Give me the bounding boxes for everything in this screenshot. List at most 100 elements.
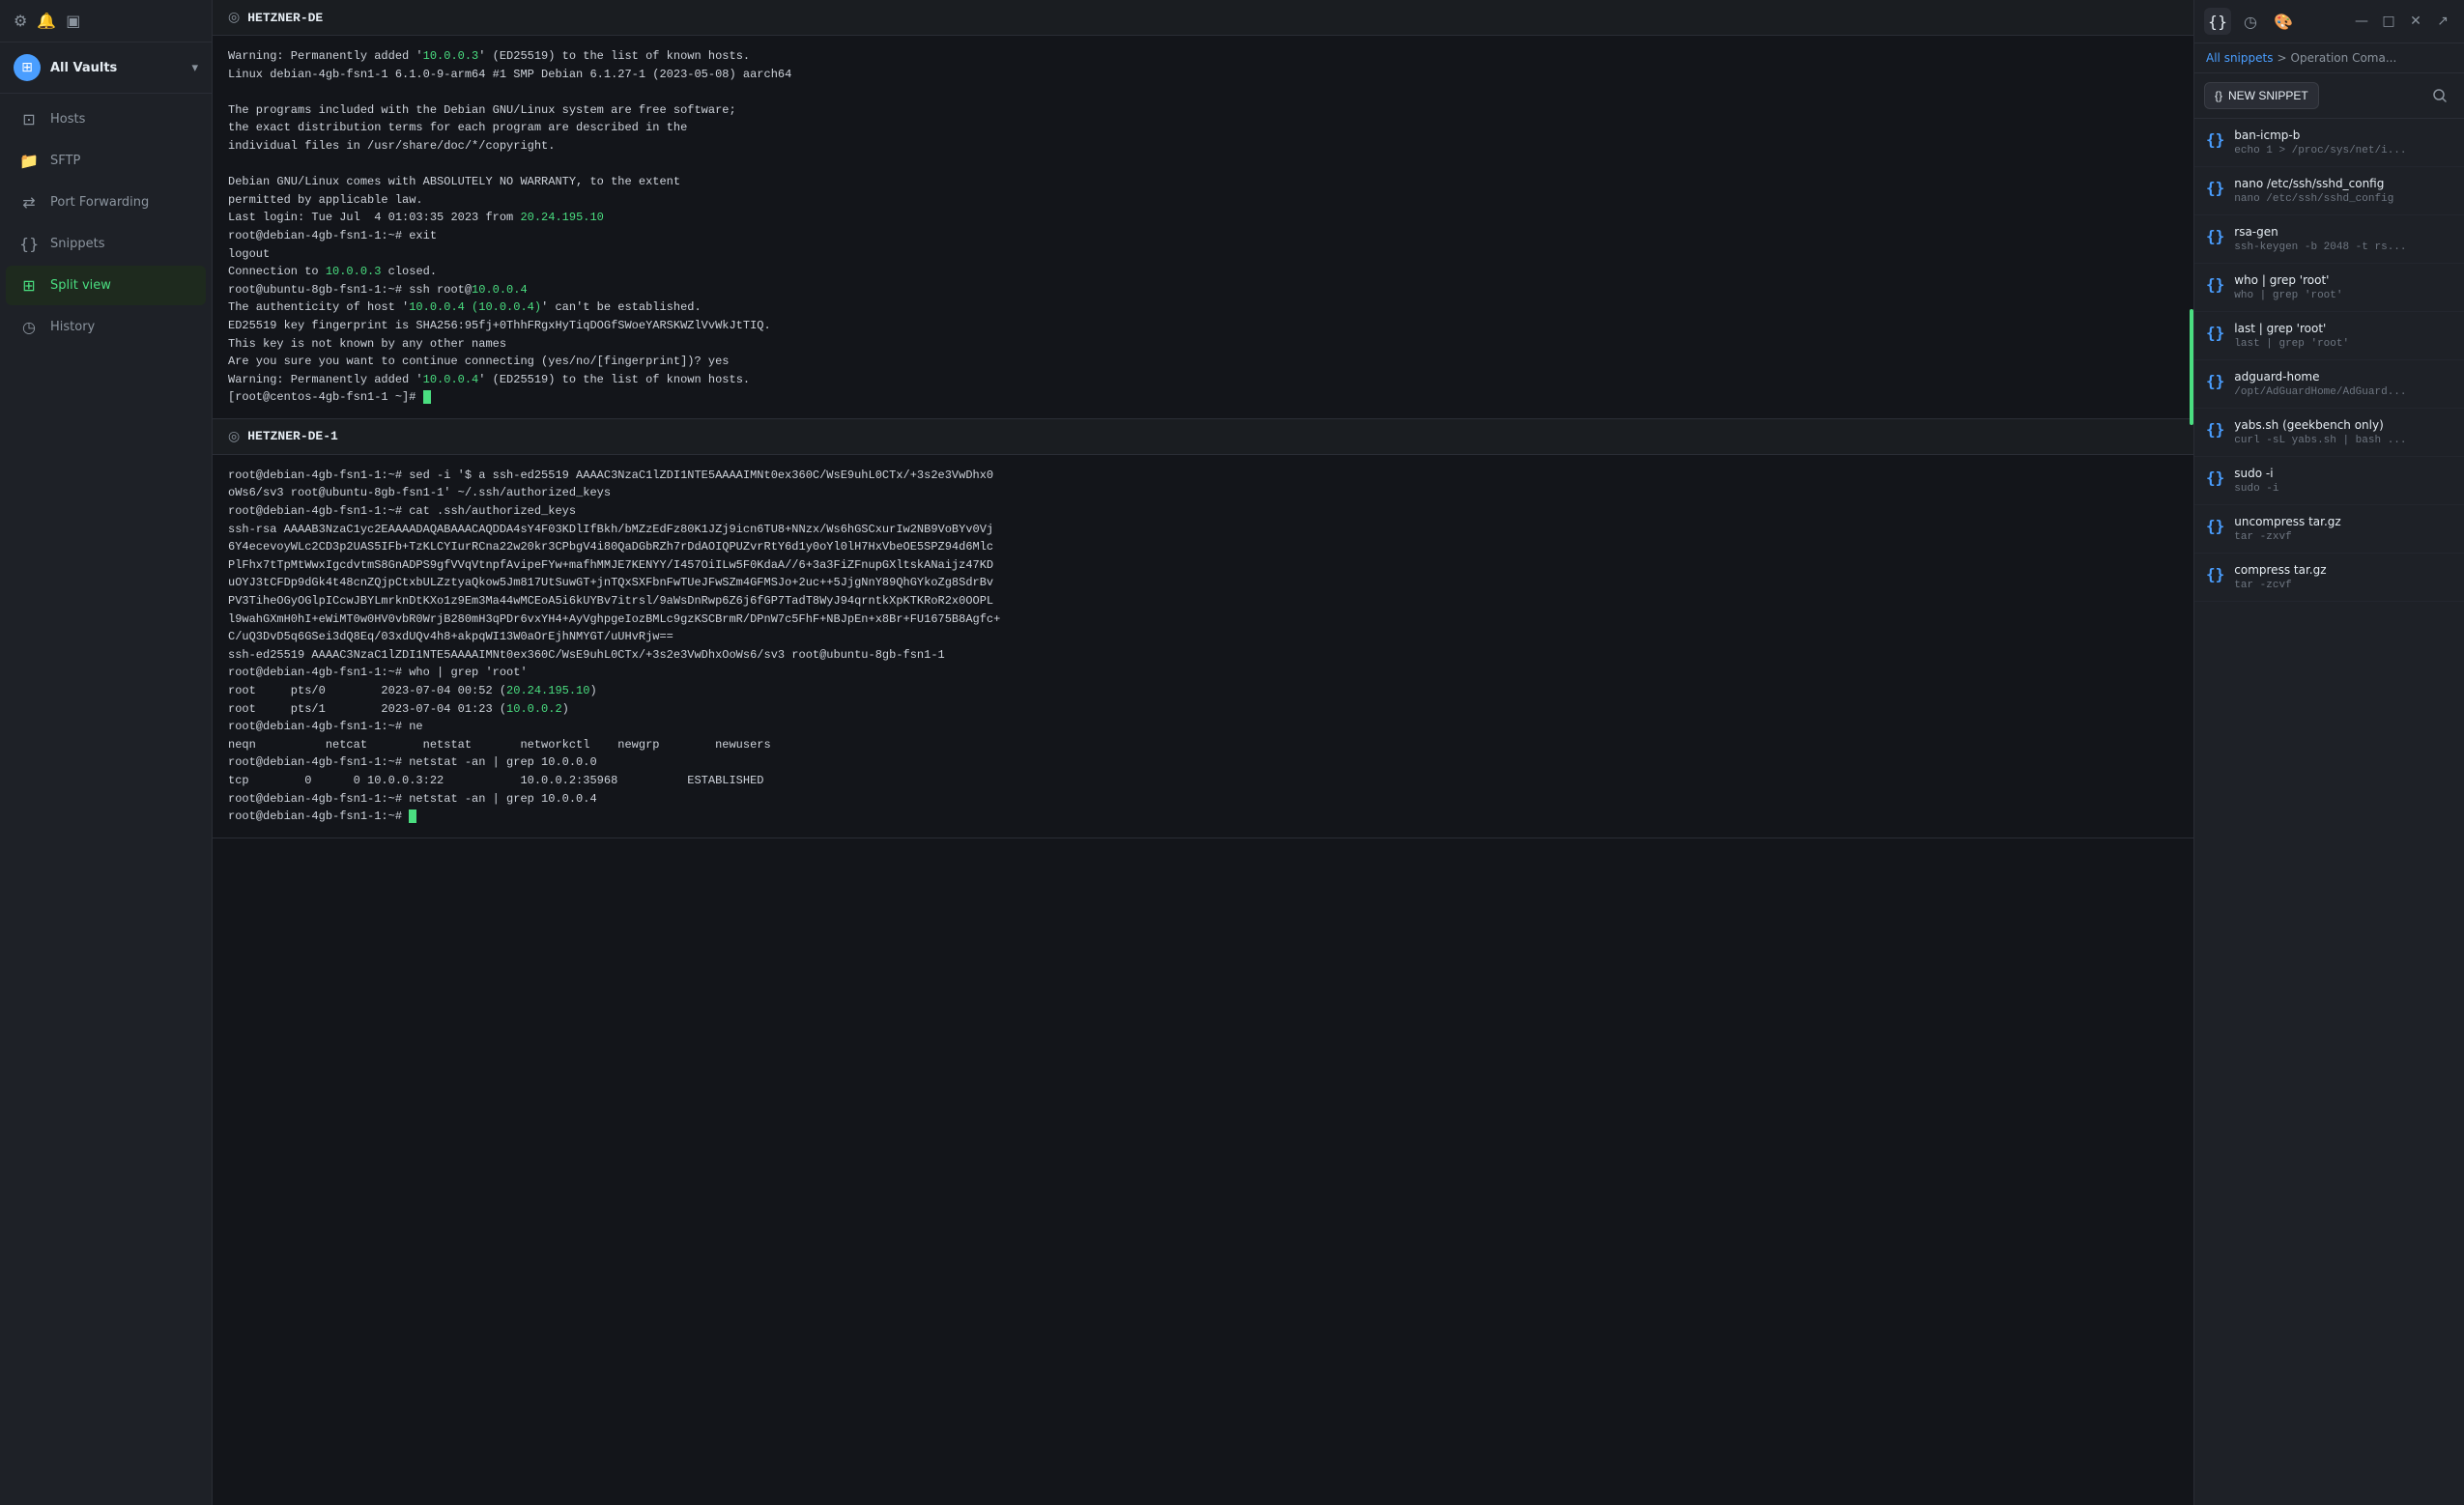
snippet-preview: curl -sL yabs.sh | bash ... [2234, 435, 2452, 446]
snippet-info: rsa-gen ssh-keygen -b 2048 -t rs... [2234, 225, 2452, 253]
snippet-item-compress-tar[interactable]: {} compress tar.gz tar -zcvf [2194, 554, 2464, 602]
snippet-name: rsa-gen [2234, 225, 2452, 239]
maximize-button[interactable]: □ [2377, 10, 2400, 33]
snippet-braces-icon: {} [2206, 275, 2224, 294]
snippet-preview: last | grep 'root' [2234, 338, 2452, 350]
snippet-name: sudo -i [2234, 467, 2452, 480]
snippets-top-bar: {} ◷ 🎨 — □ ✕ ↗ [2194, 0, 2464, 43]
sidebar-item-history[interactable]: ◷ History [6, 307, 206, 347]
sidebar-item-snippets-label: Snippets [50, 237, 104, 251]
snippet-preview: ssh-keygen -b 2048 -t rs... [2234, 241, 2452, 253]
code-icon[interactable]: {} [2204, 8, 2231, 35]
snippet-info: who | grep 'root' who | grep 'root' [2234, 273, 2452, 301]
snippet-info: ban-icmp-b echo 1 > /proc/sys/net/i... [2234, 128, 2452, 156]
snippet-search-button[interactable] [2425, 81, 2454, 110]
snippet-name: uncompress tar.gz [2234, 515, 2452, 528]
snippet-info: compress tar.gz tar -zcvf [2234, 563, 2452, 591]
snippet-info: last | grep 'root' last | grep 'root' [2234, 322, 2452, 350]
gear-icon[interactable]: ⚙ [14, 12, 27, 30]
snippets-icon: {} [19, 235, 39, 253]
snippet-item-sudo-i[interactable]: {} sudo -i sudo -i [2194, 457, 2464, 505]
breadcrumb: All snippets > Operation Coma... [2194, 43, 2464, 73]
sidebar-item-sftp-label: SFTP [50, 154, 80, 168]
sidebar-item-port-forwarding-label: Port Forwarding [50, 195, 149, 210]
sidebar-header: ⚙ 🔔 ▣ [0, 0, 212, 43]
snippet-info: yabs.sh (geekbench only) curl -sL yabs.s… [2234, 418, 2452, 446]
terminal-output-hetzner-de-1[interactable]: root@debian-4gb-fsn1-1:~# sed -i '$ a ss… [213, 455, 2193, 838]
snippet-braces-icon: {} [2206, 420, 2224, 439]
snippet-name: nano /etc/ssh/sshd_config [2234, 177, 2452, 190]
vault-name: All Vaults [50, 61, 182, 75]
snippet-info: nano /etc/ssh/sshd_config nano /etc/ssh/… [2234, 177, 2452, 205]
minimize-button[interactable]: — [2350, 10, 2373, 33]
snippet-item-nano-sshd[interactable]: {} nano /etc/ssh/sshd_config nano /etc/s… [2194, 167, 2464, 215]
snippet-braces-icon: {} [2206, 469, 2224, 487]
snippet-info: sudo -i sudo -i [2234, 467, 2452, 495]
snippet-item-rsa-gen[interactable]: {} rsa-gen ssh-keygen -b 2048 -t rs... [2194, 215, 2464, 264]
terminal-section-hetzner-de: ◎ HETZNER-DE Warning: Permanently added … [213, 0, 2193, 419]
terminal-section-hetzner-de-1: ◎ HETZNER-DE-1 root@debian-4gb-fsn1-1:~#… [213, 419, 2193, 838]
palette-icon[interactable]: 🎨 [2270, 8, 2297, 35]
terminal-output-hetzner-de[interactable]: Warning: Permanently added '10.0.0.3' (E… [213, 36, 2193, 418]
snippet-item-ban-icmp-b[interactable]: {} ban-icmp-b echo 1 > /proc/sys/net/i..… [2194, 119, 2464, 167]
snippet-name: yabs.sh (geekbench only) [2234, 418, 2452, 432]
snippet-preview: nano /etc/ssh/sshd_config [2234, 193, 2452, 205]
snippet-name: compress tar.gz [2234, 563, 2452, 577]
snippet-item-who-grep-root[interactable]: {} who | grep 'root' who | grep 'root' [2194, 264, 2464, 312]
sidebar-item-port-forwarding[interactable]: ⇄ Port Forwarding [6, 183, 206, 222]
snippet-braces-icon: {} [2206, 227, 2224, 245]
close-button[interactable]: ✕ [2404, 10, 2427, 33]
chevron-down-icon: ▾ [191, 61, 198, 75]
vault-selector[interactable]: ⊞ All Vaults ▾ [0, 43, 212, 94]
sidebar-header-icons: ⚙ 🔔 ▣ [14, 12, 80, 30]
sidebar-item-snippets[interactable]: {} Snippets [6, 224, 206, 264]
snippet-item-last-grep-root[interactable]: {} last | grep 'root' last | grep 'root' [2194, 312, 2464, 360]
sidebar-item-split-view[interactable]: ⊞ Split view [6, 266, 206, 305]
snippet-braces-icon: {} [2206, 517, 2224, 535]
snippet-braces-icon: {} [2206, 130, 2224, 149]
snippet-preview: sudo -i [2234, 483, 2452, 495]
snippet-info: adguard-home /opt/AdGuardHome/AdGuard... [2234, 370, 2452, 398]
snippet-braces-icon: {} [2206, 179, 2224, 197]
terminal-area[interactable]: ◎ HETZNER-DE Warning: Permanently added … [213, 0, 2193, 1505]
new-snippet-button[interactable]: {} NEW SNIPPET [2204, 82, 2319, 109]
sftp-icon: 📁 [19, 152, 39, 170]
sidebar: ⚙ 🔔 ▣ ⊞ All Vaults ▾ ⊡ Hosts 📁 SFTP ⇄ Po… [0, 0, 213, 1505]
breadcrumb-current: Operation Coma... [2291, 51, 2397, 65]
external-link-icon[interactable]: ↗ [2431, 10, 2454, 33]
snippet-braces-icon: {} [2206, 372, 2224, 390]
main-content: ◎ HETZNER-DE Warning: Permanently added … [213, 0, 2193, 1505]
terminal-title-hetzner-de-1: HETZNER-DE-1 [247, 429, 338, 443]
terminal-icon[interactable]: ▣ [66, 12, 80, 30]
sidebar-item-hosts-label: Hosts [50, 112, 85, 127]
snippet-braces-icon: {} [2206, 324, 2224, 342]
snippets-list: {} ban-icmp-b echo 1 > /proc/sys/net/i..… [2194, 119, 2464, 1505]
snippet-name: who | grep 'root' [2234, 273, 2452, 287]
nav-section: ⊡ Hosts 📁 SFTP ⇄ Port Forwarding {} Snip… [0, 94, 212, 353]
snippet-name: last | grep 'root' [2234, 322, 2452, 335]
snippet-preview: tar -zcvf [2234, 580, 2452, 591]
snippet-braces-icon: {} [2206, 565, 2224, 583]
snippets-toolbar-icons: {} ◷ 🎨 [2204, 8, 2297, 35]
bell-icon[interactable]: 🔔 [37, 12, 56, 30]
terminal-header-hetzner-de-1: ◎ HETZNER-DE-1 [213, 419, 2193, 455]
snippet-item-yabs-geekbench[interactable]: {} yabs.sh (geekbench only) curl -sL yab… [2194, 409, 2464, 457]
sidebar-item-sftp[interactable]: 📁 SFTP [6, 141, 206, 181]
sidebar-item-hosts[interactable]: ⊡ Hosts [6, 99, 206, 139]
snippet-item-uncompress-tar[interactable]: {} uncompress tar.gz tar -zxvf [2194, 505, 2464, 554]
new-snippet-label: NEW SNIPPET [2228, 89, 2308, 102]
snippet-name: adguard-home [2234, 370, 2452, 383]
snippet-info: uncompress tar.gz tar -zxvf [2234, 515, 2452, 543]
snippet-item-adguard-home[interactable]: {} adguard-home /opt/AdGuardHome/AdGuard… [2194, 360, 2464, 409]
terminal-header-icon-2: ◎ [228, 429, 240, 444]
breadcrumb-all-snippets[interactable]: All snippets [2206, 51, 2273, 65]
sidebar-item-split-view-label: Split view [50, 278, 111, 293]
snippet-name: ban-icmp-b [2234, 128, 2452, 142]
breadcrumb-separator: > [2277, 51, 2286, 65]
snippet-preview: /opt/AdGuardHome/AdGuard... [2234, 386, 2452, 398]
scroll-indicator [2190, 309, 2193, 425]
split-view-icon: ⊞ [19, 276, 39, 295]
snippets-panel: {} ◷ 🎨 — □ ✕ ↗ All snippets > Operation … [2193, 0, 2464, 1505]
clock-icon[interactable]: ◷ [2237, 8, 2264, 35]
terminal-title-hetzner-de: HETZNER-DE [247, 11, 323, 25]
